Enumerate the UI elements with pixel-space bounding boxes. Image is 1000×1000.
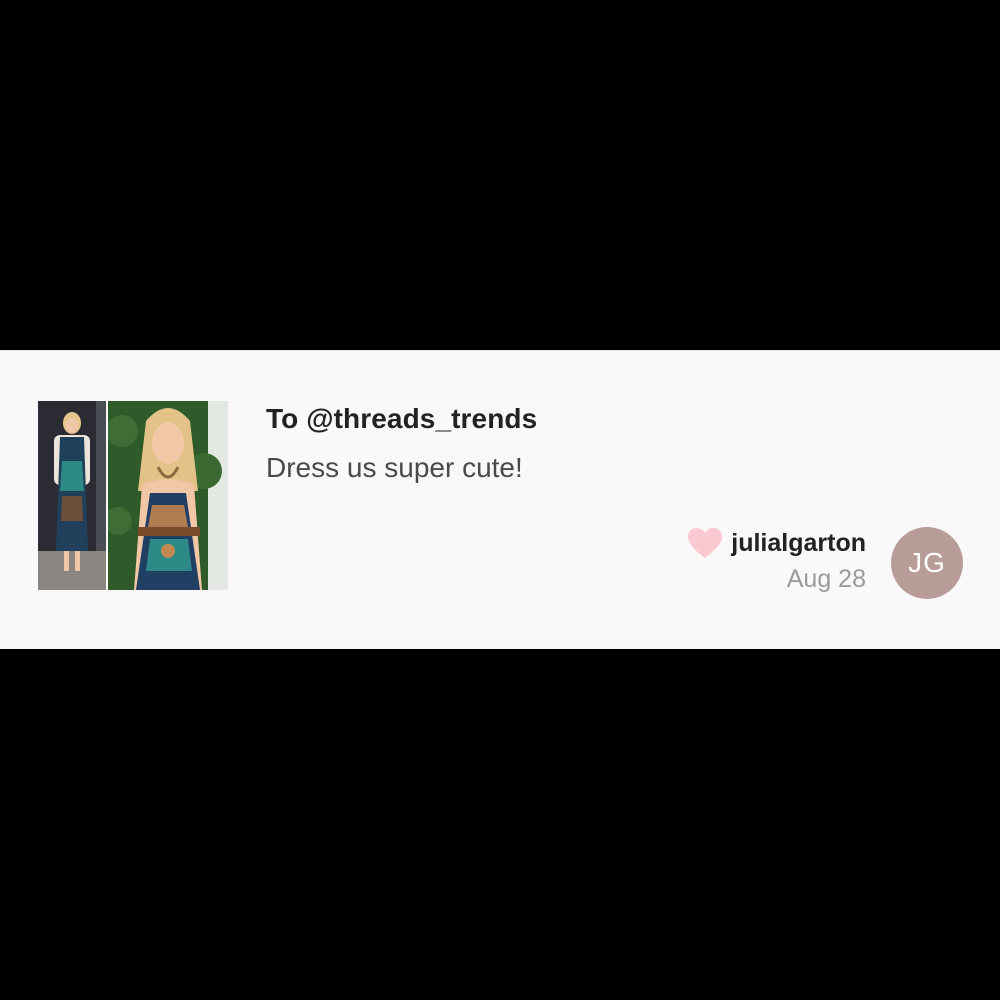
author-username[interactable]: julialgarton xyxy=(731,529,866,558)
attached-photos[interactable] xyxy=(38,401,228,590)
photo-thumbnail[interactable] xyxy=(108,401,228,590)
screen: To @threads_trends Dress us super cute! … xyxy=(0,0,1000,1000)
message-card[interactable]: To @threads_trends Dress us super cute! … xyxy=(0,350,1000,649)
author-meta: julialgarton Aug 28 xyxy=(687,527,866,594)
heart-icon[interactable] xyxy=(687,527,723,559)
recipient-title: To @threads_trends xyxy=(266,403,538,434)
author-row: julialgarton xyxy=(687,527,866,559)
avatar[interactable]: JG xyxy=(891,527,963,599)
photo-thumbnail[interactable] xyxy=(38,401,106,590)
post-date: Aug 28 xyxy=(786,565,866,593)
message-text: Dress us super cute! xyxy=(266,452,523,483)
